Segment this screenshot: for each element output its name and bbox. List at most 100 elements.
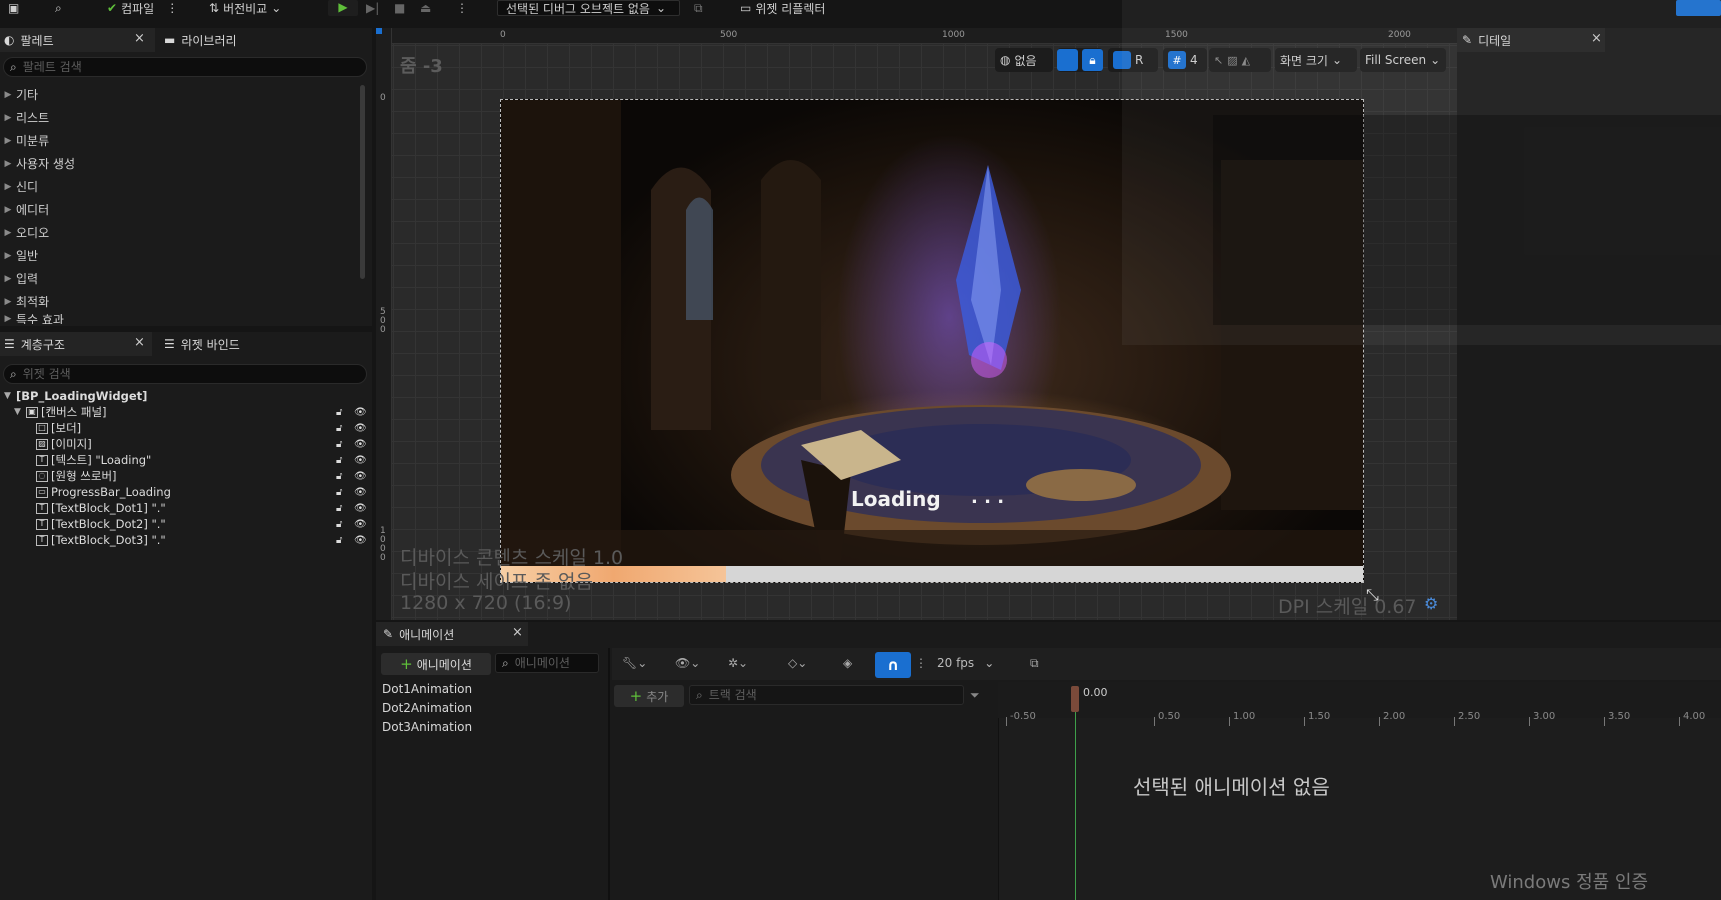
debug-filter-icon[interactable]: ⧉ [694, 0, 703, 16]
eye-icon[interactable]: 👁︎ [354, 471, 367, 482]
plus-icon: + [400, 655, 413, 673]
widget-reflector-button[interactable]: ▭ 위젯 리플렉터 [740, 0, 825, 16]
tab-hierarchy[interactable]: ☰ 계층구조 [4, 333, 65, 355]
tab-palette[interactable]: ◐ 팔레트 [4, 29, 54, 51]
track-search-input[interactable] [708, 688, 936, 702]
animation-search-input[interactable] [514, 656, 597, 670]
palette-category[interactable]: ▶ 오디오 [0, 222, 320, 243]
add-track-label: 추가 [646, 689, 669, 704]
text-icon: T [36, 534, 48, 546]
curve-editor-icon[interactable]: ⧉ [1030, 656, 1039, 671]
track-search[interactable]: ⌕ [689, 685, 964, 705]
eye-icon[interactable]: 👁︎ [354, 423, 367, 434]
keyframe-icon[interactable]: ◇⌄ [788, 656, 807, 670]
palette-category[interactable]: ▶ 입력 [0, 268, 320, 289]
close-icon[interactable]: × [134, 31, 145, 46]
add-track-button[interactable]: + 추가 [614, 685, 684, 707]
lock-icon[interactable]: 🔓︎ [336, 519, 342, 530]
widget-search-input[interactable] [22, 367, 326, 381]
lock-icon[interactable]: 🔓︎ [336, 471, 342, 482]
eye-icon[interactable]: 👁︎⌄ [675, 656, 700, 670]
palette-category[interactable]: ▶ 최적화 [0, 291, 320, 312]
add-animation-button[interactable]: + 애니메이션 [381, 653, 491, 675]
chevron-down-icon: ⌄ [655, 1, 666, 15]
lock-toggle[interactable]: 🔒︎ [1057, 48, 1103, 72]
widget-search[interactable]: ⌕ [3, 364, 367, 384]
eye-icon[interactable]: 👁︎ [354, 503, 367, 514]
close-icon[interactable]: × [134, 335, 145, 350]
palette-category[interactable]: ▶ 특수 효과 [0, 314, 320, 324]
stop-icon[interactable]: ■ [394, 0, 405, 16]
lock-icon[interactable]: 🔓︎ [336, 535, 342, 546]
close-icon[interactable]: × [512, 625, 523, 640]
none-button[interactable]: ◍ 없음 [995, 48, 1053, 72]
palette-category[interactable]: ▶ 사용자 생성 [0, 153, 320, 174]
more-options-icon[interactable]: ⋮ [915, 656, 927, 670]
hierarchy-item[interactable]: ▼ ▣ [캔버스 패널] 🔓︎ 👁︎ [0, 404, 370, 420]
eye-icon[interactable]: 👁︎ [354, 535, 367, 546]
eject-icon[interactable]: ⏏ [420, 0, 431, 16]
play-options-icon[interactable]: ⋮ [456, 0, 468, 16]
lock-icon[interactable]: 🔓︎ [336, 455, 342, 466]
animation-list-item[interactable]: Dot1Animation [382, 682, 472, 700]
hierarchy-item[interactable]: T [TextBlock_Dot1] "." 🔓︎ 👁︎ [0, 500, 370, 516]
palette-category[interactable]: ▶ 에디터 [0, 199, 320, 220]
hierarchy-item[interactable]: T [TextBlock_Dot2] "." 🔓︎ 👁︎ [0, 516, 370, 532]
palette-category[interactable]: ▶ 일반 [0, 245, 320, 266]
timeline-tick-mark [1154, 717, 1155, 726]
diff-button[interactable]: ⇅ 버전비교 ⌄ [209, 0, 281, 16]
gear-icon[interactable]: ✲⌄ [728, 656, 748, 670]
animation-list-item[interactable]: Dot2Animation [382, 701, 472, 719]
palette-search-input[interactable] [22, 60, 326, 74]
palette-scrollbar[interactable] [360, 85, 365, 279]
filter-icon[interactable]: ⏷ [970, 688, 980, 703]
palette-category[interactable]: ▶ 리스트 [0, 107, 320, 128]
eye-icon[interactable]: 👁︎ [354, 487, 367, 498]
hierarchy-item[interactable]: T [텍스트] "Loading" 🔓︎ 👁︎ [0, 452, 370, 468]
hierarchy-item[interactable]: □ [보더] 🔓︎ 👁︎ [0, 420, 370, 436]
eye-icon[interactable]: 👁︎ [354, 455, 367, 466]
fps-select[interactable]: 20 fps ⌄ [937, 656, 994, 670]
play-button[interactable]: ▶ [328, 0, 358, 16]
search-icon: ⌕ [10, 59, 17, 74]
step-icon[interactable]: ▶| [366, 0, 379, 16]
compile-button[interactable]: ✔ 컴파일 ⋮ [107, 0, 178, 16]
debug-object-select[interactable]: 선택된 디버그 오브젝트 없음 ⌄ [497, 0, 680, 16]
hierarchy-item[interactable]: ◌ [원형 쓰로버] 🔓︎ 👁︎ [0, 468, 370, 484]
gear-icon[interactable]: ⚙ [1424, 594, 1438, 613]
lock-icon[interactable]: 🔓︎ [336, 407, 342, 418]
key-filter-icon[interactable]: ◈ [843, 656, 852, 670]
lock-icon[interactable]: 🔓︎ [336, 487, 342, 498]
splitter[interactable] [608, 648, 610, 900]
lock-icon[interactable]: 🔓︎ [336, 423, 342, 434]
lock-icon[interactable]: 🔓︎ [336, 439, 342, 450]
wrench-icon[interactable]: 🔧︎⌄ [622, 656, 647, 670]
hierarchy-item[interactable]: ▨ [이미지] 🔓︎ 👁︎ [0, 436, 370, 452]
compile-check-icon: ✔ [107, 1, 118, 15]
hierarchy-item[interactable]: ▭ ProgressBar_Loading 🔓︎ 👁︎ [0, 484, 370, 500]
compile-options-icon[interactable]: ⋮ [166, 1, 178, 15]
hierarchy-item[interactable]: ▼ [BP_LoadingWidget] [0, 388, 370, 404]
palette-category[interactable]: ▶ 신디 [0, 176, 320, 197]
save-icon[interactable]: ▣ [8, 0, 19, 16]
tab-animation[interactable]: ✎ 애니메이션 [383, 623, 454, 645]
palette-category[interactable]: ▶ 기타 [0, 84, 320, 105]
eye-icon[interactable]: 👁︎ [354, 407, 367, 418]
magnet-icon[interactable]: ∩ [875, 652, 911, 678]
folder-icon: ▬ [164, 33, 176, 47]
animation-list-item[interactable]: Dot3Animation [382, 720, 472, 738]
animation-search[interactable]: ⌕ [495, 653, 599, 673]
eye-icon[interactable]: 👁︎ [354, 439, 367, 450]
timeline-tick-label: 2.50 [1458, 711, 1481, 722]
tab-widget-bind[interactable]: ☰ 위젯 바인드 [164, 333, 240, 355]
browse-icon[interactable]: ⌕ [55, 0, 62, 16]
compile-label: 컴파일 [121, 1, 155, 16]
lock-icon[interactable]: 🔓︎ [336, 503, 342, 514]
hierarchy-item[interactable]: T [TextBlock_Dot3] "." 🔓︎ 👁︎ [0, 532, 370, 548]
eye-icon[interactable]: 👁︎ [354, 519, 367, 530]
palette-category[interactable]: ▶ 미분류 [0, 130, 320, 151]
tab-library[interactable]: ▬ 라이브러리 [164, 29, 237, 51]
palette-search[interactable]: ⌕ [3, 57, 367, 77]
playhead-handle[interactable] [1071, 686, 1079, 712]
timeline-tick-mark [1229, 717, 1230, 726]
